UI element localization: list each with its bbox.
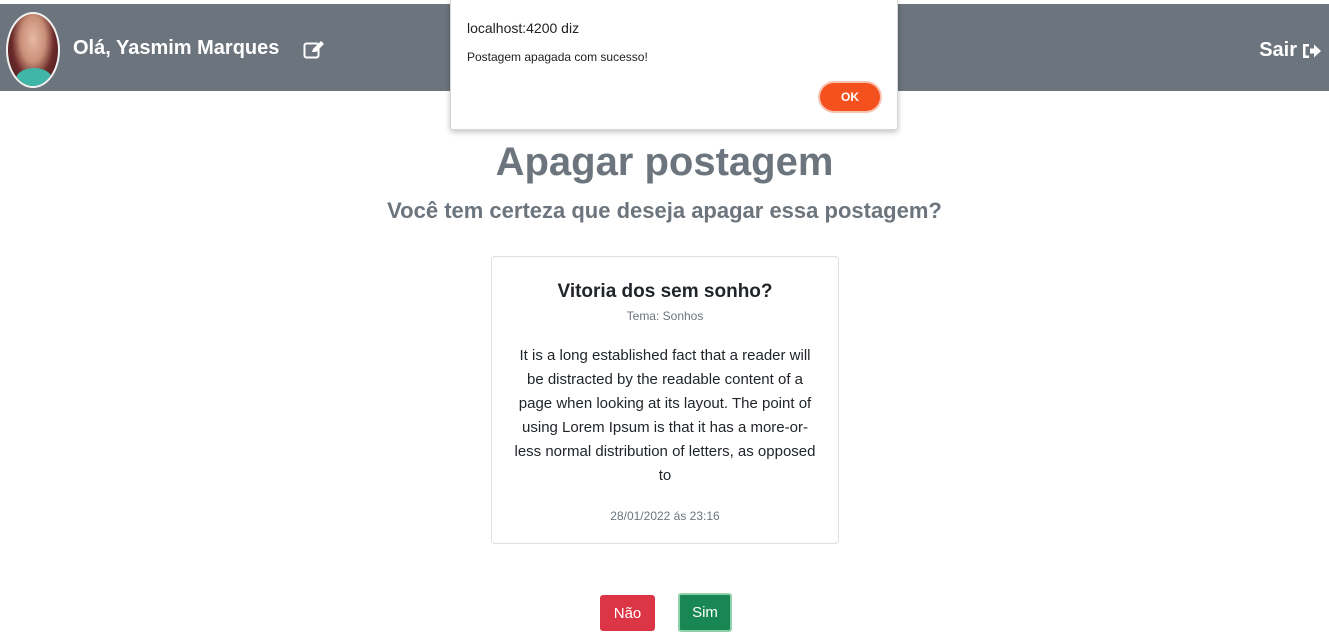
alert-message: Postagem apagada com sucesso!	[467, 50, 648, 64]
avatar-shirt	[16, 68, 52, 86]
post-card: Vitoria dos sem sonho? Tema: Sonhos It i…	[491, 256, 839, 544]
user-greeting: Olá, Yasmim Marques	[73, 37, 280, 59]
sign-out-icon	[1303, 43, 1321, 58]
avatar[interactable]	[6, 12, 60, 88]
post-text: It is a long established fact that a rea…	[514, 347, 816, 484]
alert-dialog: localhost:4200 diz Postagem apagada com …	[450, 0, 898, 130]
post-date: 28/01/2022 ás 23:16	[610, 509, 720, 523]
page-subtitle: Você tem certeza que deseja apagar essa …	[387, 198, 942, 223]
page-title: Apagar postagem	[495, 140, 834, 184]
yes-button[interactable]: Sim	[678, 593, 732, 632]
no-button[interactable]: Não	[600, 595, 655, 631]
post-theme: Tema: Sonhos	[626, 309, 704, 323]
edit-icon[interactable]	[303, 40, 325, 60]
alert-origin: localhost:4200 diz	[467, 20, 580, 36]
logout-button[interactable]: Sair	[1259, 39, 1323, 62]
logout-label: Sair	[1259, 39, 1297, 61]
edit-icon-svg	[303, 41, 324, 59]
alert-ok-button[interactable]: OK	[820, 83, 880, 111]
post-title: Vitoria dos sem sonho?	[557, 281, 773, 302]
